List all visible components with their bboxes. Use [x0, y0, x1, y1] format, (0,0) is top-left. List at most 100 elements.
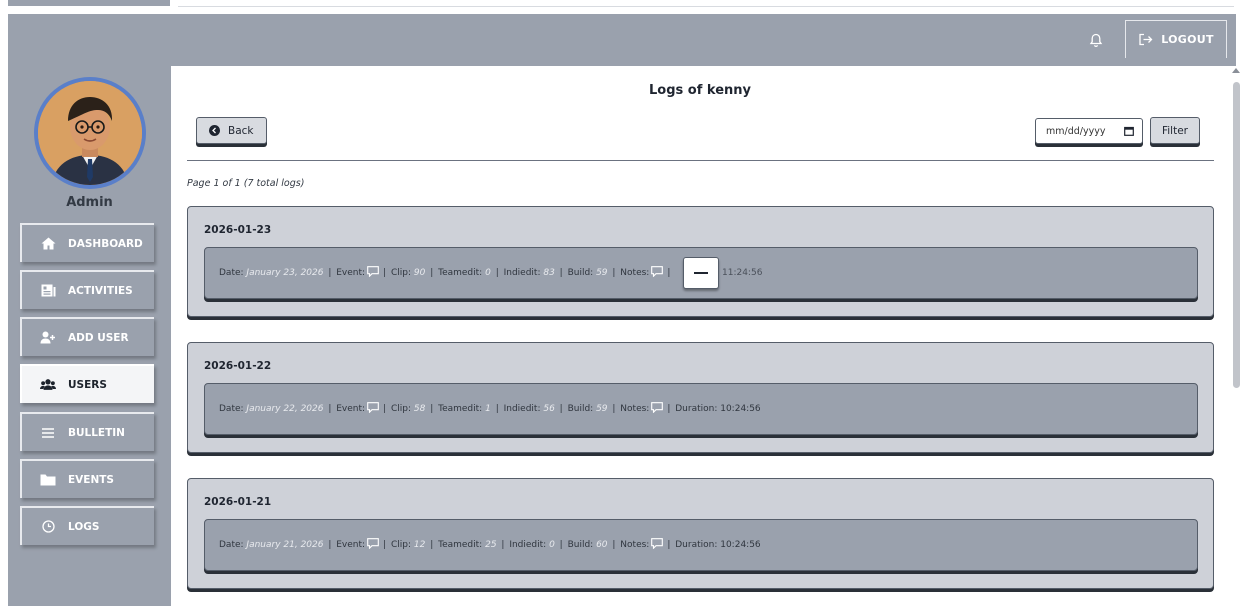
teamedit-label: Teamedit: — [438, 404, 483, 414]
date-value: January 21, 2026 — [246, 540, 324, 550]
comment-icon[interactable] — [651, 266, 664, 280]
date-label: Date: — [219, 540, 244, 550]
clip-label: Clip: — [390, 404, 412, 414]
indiedit-label: Indiedit: — [503, 404, 541, 414]
notes-label: Notes: — [620, 268, 650, 278]
main-content: Logs of kenny Back mm/dd/yyyy Filter Pag… — [171, 66, 1229, 606]
top-strip-tab — [8, 0, 170, 6]
build-value: 59 — [596, 404, 608, 414]
clip-value: 12 — [413, 540, 426, 550]
build-value: 59 — [596, 268, 608, 278]
user-plus-icon — [40, 331, 56, 345]
sidebar-item-label: DASHBOARD — [68, 237, 143, 250]
sidebar: Admin DASHBOARD ACTIVITIES ADD USER USER… — [8, 66, 171, 606]
sidebar-item-bulletin[interactable]: BULLETIN — [20, 412, 154, 451]
log-entry: Date: January 22, 2026 | Event: | Clip: 5… — [204, 383, 1198, 435]
comment-icon[interactable] — [367, 266, 379, 280]
build-value: 60 — [596, 540, 608, 550]
comment-icon[interactable] — [367, 402, 379, 416]
back-label: Back — [228, 124, 254, 137]
indiedit-label: Indiedit: — [503, 268, 541, 278]
sidebar-item-label: LOGS — [68, 520, 100, 533]
sidebar-item-users[interactable]: USERS — [20, 364, 154, 403]
avatar — [34, 77, 146, 189]
avatar-image — [38, 81, 142, 185]
clip-value: 90 — [413, 268, 426, 278]
indiedit-value: 83 — [543, 268, 555, 278]
date-value: January 23, 2026 — [246, 268, 324, 278]
build-label: Build: — [567, 268, 594, 278]
duration-value: 10:24:56 — [720, 540, 761, 550]
comment-icon[interactable] — [651, 402, 664, 416]
sidebar-item-events[interactable]: EVENTS — [20, 459, 154, 498]
clip-label: Clip: — [390, 540, 412, 550]
date-value: January 22, 2026 — [246, 404, 324, 414]
sidebar-item-label: EVENTS — [68, 473, 114, 486]
date-label: Date: — [219, 268, 244, 278]
teamedit-label: Teamedit: — [438, 540, 483, 550]
minimize-button[interactable] — [683, 257, 719, 289]
notes-label: Notes: — [620, 540, 650, 550]
indiedit-value: 0 — [549, 540, 555, 550]
filter-button[interactable]: Filter — [1150, 117, 1200, 144]
menu-icon — [40, 426, 56, 440]
top-strip-line — [178, 6, 1234, 7]
log-group-date: 2026-01-22 — [204, 360, 272, 372]
divider — [187, 160, 1214, 161]
build-label: Build: — [567, 540, 594, 550]
sidebar-item-add-user[interactable]: ADD USER — [20, 317, 154, 356]
teamedit-label: Teamedit: — [438, 268, 483, 278]
sidebar-item-logs[interactable]: LOGS — [20, 506, 154, 545]
back-button[interactable]: Back — [196, 117, 267, 144]
log-entry: Date: January 21, 2026 | Event: | Clip: 1… — [204, 519, 1198, 571]
log-card: 2026-01-21 Date: January 21, 2026 | Even… — [187, 478, 1214, 589]
date-filter-input[interactable]: mm/dd/yyyy — [1035, 118, 1143, 144]
duration-label: Duration: — [675, 404, 718, 414]
clock-icon — [40, 520, 56, 534]
log-group-date: 2026-01-23 — [204, 224, 272, 236]
teamedit-value: 0 — [485, 268, 491, 278]
page-title: Logs of kenny — [649, 83, 751, 98]
logout-button[interactable]: LOGOUT — [1125, 20, 1227, 58]
users-icon — [40, 378, 56, 392]
top-strip — [0, 0, 1244, 8]
newspaper-icon — [40, 284, 56, 298]
clip-value: 58 — [413, 404, 426, 414]
sidebar-item-label: ACTIVITIES — [68, 284, 133, 297]
sidebar-item-label: ADD USER — [68, 331, 129, 344]
comment-icon[interactable] — [651, 538, 664, 552]
event-label: Event: — [336, 404, 366, 414]
logout-icon — [1138, 33, 1153, 46]
sidebar-item-label: BULLETIN — [68, 426, 125, 439]
calendar-icon[interactable] — [1124, 126, 1134, 136]
notification-bell-icon[interactable] — [1082, 26, 1110, 54]
logout-label: LOGOUT — [1161, 33, 1214, 46]
sidebar-item-dashboard[interactable]: DASHBOARD — [20, 223, 154, 262]
minus-icon — [694, 272, 708, 274]
sidebar-item-label: USERS — [68, 378, 107, 391]
folder-icon — [40, 473, 56, 487]
teamedit-value: 25 — [485, 540, 497, 550]
arrow-left-circle-icon — [209, 125, 220, 136]
build-label: Build: — [567, 404, 594, 414]
duration-value: 11:24:56 — [722, 268, 763, 278]
date-label: Date: — [219, 404, 244, 414]
event-label: Event: — [336, 540, 366, 550]
user-name: Admin — [66, 195, 113, 210]
log-group-date: 2026-01-21 — [204, 496, 272, 508]
indiedit-value: 56 — [543, 404, 555, 414]
indiedit-label: Indiedit: — [509, 540, 547, 550]
comment-icon[interactable] — [367, 538, 379, 552]
clip-label: Clip: — [390, 268, 412, 278]
home-icon — [40, 237, 56, 251]
scrollbar[interactable] — [1229, 66, 1244, 606]
date-placeholder: mm/dd/yyyy — [1046, 125, 1106, 137]
scroll-up-arrow-icon[interactable] — [1232, 68, 1240, 73]
sidebar-item-activities[interactable]: ACTIVITIES — [20, 270, 154, 309]
duration-label: Duration: — [675, 540, 718, 550]
event-label: Event: — [336, 268, 366, 278]
scroll-thumb[interactable] — [1233, 82, 1240, 388]
duration-value: 10:24:56 — [720, 404, 761, 414]
pagination-info: Page 1 of 1 (7 total logs) — [187, 178, 305, 189]
teamedit-value: 1 — [485, 404, 491, 414]
